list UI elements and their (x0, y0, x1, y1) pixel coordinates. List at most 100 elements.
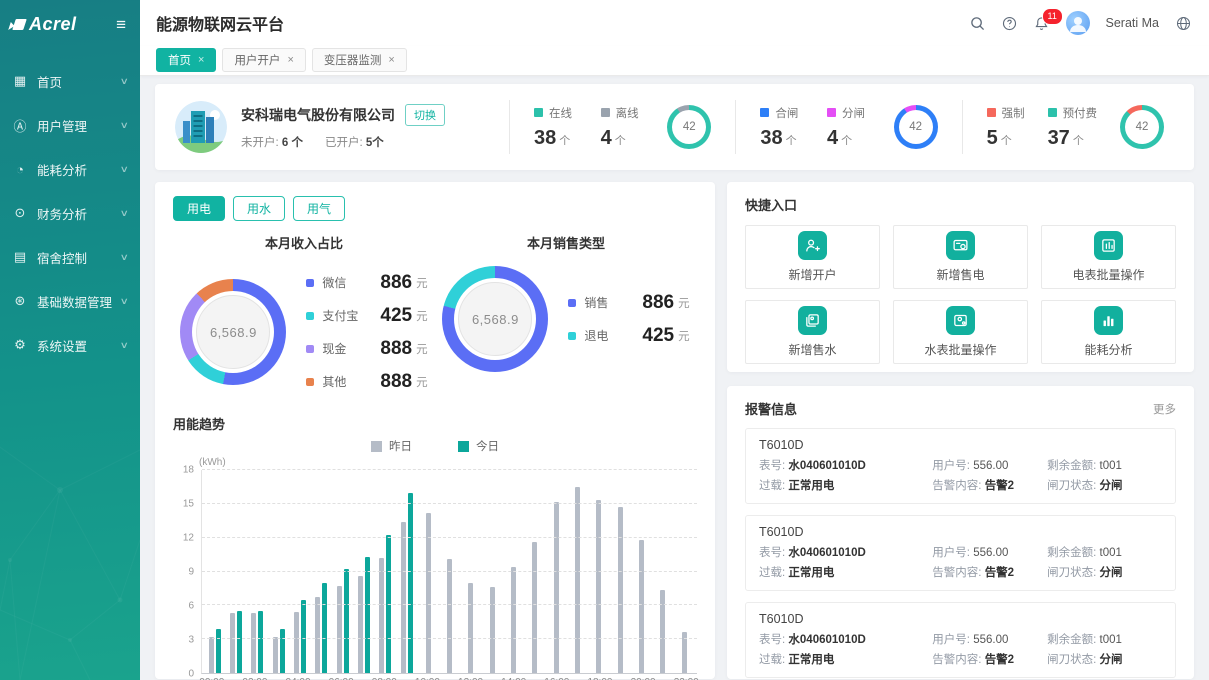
bar-group-05:00 (311, 470, 332, 673)
user-avatar[interactable] (1066, 11, 1090, 35)
alarm-panel-title: 报警信息 (745, 399, 797, 418)
toggle-gas[interactable]: 用气 (293, 196, 345, 221)
switch-company-button[interactable]: 切换 (405, 104, 445, 126)
income-chart-title: 本月收入占比 (173, 233, 435, 252)
content-area: 安科瑞电气股份有限公司 切换 未开户: 6 个 已开户: 5个 在线 38个 (140, 76, 1209, 680)
alarm-user-no: 用户号: 556.00 (932, 544, 1047, 560)
bar-group-15:00 (524, 470, 545, 673)
alarm-list-item[interactable]: T6010D 表号: 水040601010D 用户号: 556.00 剩余金额:… (745, 602, 1176, 678)
bar-昨日 (511, 567, 516, 673)
close-icon[interactable]: × (198, 54, 204, 66)
alarm-list-item[interactable]: T6010D 表号: 水040601010D 用户号: 556.00 剩余金额:… (745, 428, 1176, 504)
stat-prepaid: 预付费 37个 (1048, 105, 1098, 150)
sidebar-item-basic-data[interactable]: ⊛ 基础数据管理 ∨ (0, 279, 140, 323)
tab-user-open-account[interactable]: 用户开户 × (222, 48, 305, 72)
income-legend: 微信 886 元 支付宝 425 元 (306, 266, 427, 398)
quick-energy-analysis-button[interactable]: 能耗分析 (1041, 300, 1176, 364)
bar-group-19:00 (610, 470, 631, 673)
toggle-electricity[interactable]: 用电 (173, 196, 225, 221)
legend-item-sale: 销售 886 元 (568, 286, 689, 319)
close-icon[interactable]: × (287, 54, 293, 66)
bar-group-16:00 (546, 470, 567, 673)
quick-water-meter-batch-button[interactable]: 水表批量操作 (893, 300, 1028, 364)
close-icon[interactable]: × (388, 54, 394, 66)
bar-group-12:00 (460, 470, 481, 673)
utility-toggle-group: 用电 用水 用气 (173, 196, 697, 221)
bar-昨日 (230, 613, 235, 673)
quick-button-label: 新增售水 (788, 341, 836, 358)
prepaid-color-square (1048, 108, 1057, 117)
sales-chart-title: 本月销售类型 (435, 233, 697, 252)
user-name[interactable]: Serati Ma (1106, 16, 1160, 30)
stat-open: 分闸 4个 (827, 105, 865, 150)
bar-今日 (365, 557, 370, 673)
legend-item-other: 其他 888 元 (306, 365, 427, 398)
sidebar-item-label: 宿舍控制 (37, 248, 121, 267)
quick-meter-batch-button[interactable]: 电表批量操作 (1041, 225, 1176, 289)
quick-sell-water-button[interactable]: 新增售水 (745, 300, 880, 364)
gridline (202, 537, 697, 538)
quick-button-label: 新增售电 (936, 266, 984, 283)
help-icon[interactable] (1002, 15, 1018, 31)
hamburger-menu-icon[interactable]: ≡ (116, 16, 126, 33)
brand-logo[interactable]: Acrel (14, 14, 77, 35)
bar-group-21:00 (652, 470, 673, 673)
bar-昨日 (294, 612, 299, 673)
tab-transformer-monitoring[interactable]: 变压器监测 × (312, 48, 407, 72)
y-tick-label: 3 (188, 635, 194, 646)
sidebar-item-home[interactable]: ▦ 首页 ∨ (0, 59, 140, 103)
chevron-down-icon: ∨ (120, 164, 129, 175)
notification-bell[interactable]: 11 (1034, 15, 1050, 31)
switch-state-donut: 42 (894, 105, 938, 149)
search-icon[interactable] (970, 15, 986, 31)
alarm-switch-state: 闸刀状态: 分闸 (1047, 477, 1162, 493)
sidebar-item-finance-analysis[interactable]: ⊙ 财务分析 ∨ (0, 191, 140, 235)
divider (509, 100, 510, 154)
alarm-meter-no: 表号: 水040601010D (759, 544, 932, 560)
y-tick-label: 12 (183, 533, 194, 544)
bar-今日 (216, 629, 221, 673)
legend-item-yesterday: 昨日 (371, 438, 412, 454)
quick-button-label: 能耗分析 (1084, 341, 1132, 358)
bar-今日 (301, 600, 306, 673)
trend-legend: 昨日 今日 (173, 435, 697, 457)
legend-color-dot (306, 312, 314, 320)
income-donut-total: 6,568.9 (196, 295, 270, 369)
not-opened-stat: 未开户: 6 个 (241, 134, 303, 150)
header-actions: 11 Serati Ma (970, 11, 1192, 35)
alarm-device-id: T6010D (759, 612, 1162, 626)
quick-sell-electricity-button[interactable]: 新增售电 (893, 225, 1028, 289)
offline-color-square (601, 108, 610, 117)
users-icon: Ⓐ (12, 116, 28, 135)
alarm-balance: 剩余金额: t001 (1047, 457, 1162, 473)
stat-offline: 离线 4个 (601, 105, 639, 150)
bar-chart-icon (1094, 306, 1123, 335)
alarm-list-item[interactable]: T6010D 表号: 水040601010D 用户号: 556.00 剩余金额:… (745, 515, 1176, 591)
legend-color-square (458, 441, 469, 452)
globe-icon[interactable] (1175, 15, 1191, 31)
sidebar-item-system-settings[interactable]: ⚙ 系统设置 ∨ (0, 323, 140, 367)
alarm-more-link[interactable]: 更多 (1153, 401, 1176, 417)
alarm-user-no: 用户号: 556.00 (932, 631, 1047, 647)
sales-donut-chart: 6,568.9 (442, 266, 548, 372)
coin-icon: ⊙ (12, 205, 28, 221)
alarm-panel: 报警信息 更多 T6010D 表号: 水040601010D 用户号: 556.… (727, 386, 1194, 679)
toggle-water[interactable]: 用水 (233, 196, 285, 221)
building-icon: ▤ (12, 249, 28, 265)
sidebar-item-energy-analysis[interactable]: ◔ 能耗分析 ∨ (0, 147, 140, 191)
quick-new-account-button[interactable]: 新增开户 (745, 225, 880, 289)
charts-panel: 用电 用水 用气 本月收入占比 6,568.9 (155, 182, 715, 679)
donut-center-value: 42 (899, 110, 933, 144)
bar-group-14:00 (503, 470, 524, 673)
sidebar-header: Acrel ≡ (0, 0, 140, 53)
sidebar-item-user-management[interactable]: Ⓐ 用户管理 ∨ (0, 103, 140, 147)
bar-group-04:00 (289, 470, 310, 673)
stat-group-payment-mode: 强制 5个 预付费 37个 42 (977, 105, 1174, 150)
income-chart-section: 本月收入占比 6,568.9 微信 (173, 233, 435, 398)
legend-color-dot (306, 345, 314, 353)
sidebar-item-dorm-control[interactable]: ▤ 宿舍控制 ∨ (0, 235, 140, 279)
income-donut-chart: 6,568.9 (180, 279, 286, 385)
bar-昨日 (401, 522, 406, 673)
tab-home[interactable]: 首页 × (156, 48, 216, 72)
y-tick-label: 18 (183, 465, 194, 476)
